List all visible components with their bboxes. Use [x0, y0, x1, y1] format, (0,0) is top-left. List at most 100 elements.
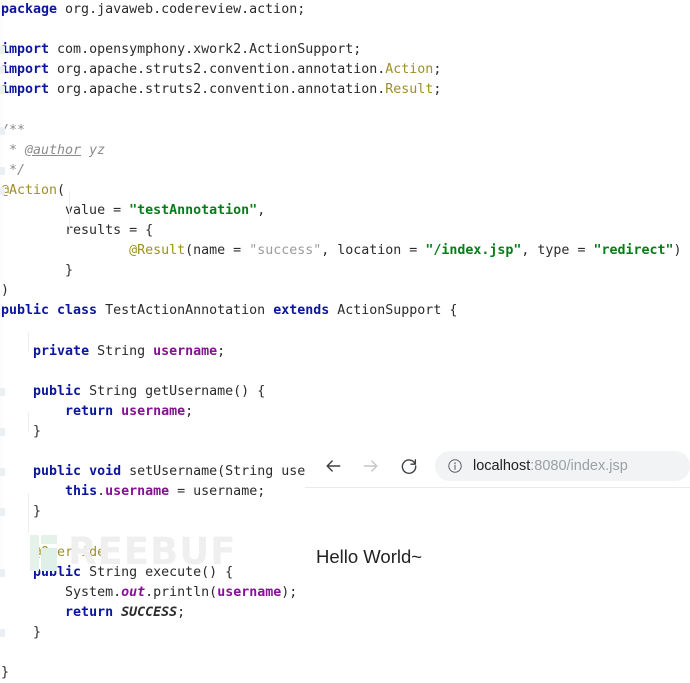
code-token: "/index.jsp" — [425, 243, 522, 259]
code-token: public — [33, 564, 90, 580]
code-token: @Result — [129, 243, 186, 259]
code-token: value = — [1, 202, 130, 218]
code-line: results = { — [0, 221, 690, 241]
code-line: ) — [0, 281, 690, 301]
code-line: /** — [0, 121, 690, 141]
code-line: } — [0, 261, 690, 281]
code-token: import — [1, 82, 58, 98]
code-token: results = { — [1, 223, 154, 239]
page-viewport[interactable]: Hello World~ — [305, 488, 690, 577]
code-token: */ — [1, 162, 26, 178]
code-line: private String username; — [0, 342, 690, 362]
code-token: } — [1, 263, 74, 279]
code-token: ; — [433, 82, 442, 98]
code-token: package — [1, 2, 66, 17]
code-token: ) — [1, 283, 10, 299]
code-token: username — [105, 484, 170, 500]
code-token: , location = — [321, 243, 426, 259]
code-token: extends — [273, 303, 338, 319]
code-token: System. — [1, 584, 122, 600]
code-token: @author — [25, 142, 82, 158]
reload-button[interactable] — [395, 452, 423, 480]
code-line: import org.apache.struts2.convention.ann… — [0, 60, 690, 80]
indent-guide — [28, 412, 29, 432]
address-bar[interactable]: localhost:8080/index.jsp — [435, 450, 690, 481]
code-token: private — [33, 343, 98, 359]
code-line: public class TestActionAnnotation extend… — [0, 301, 690, 321]
code-token: this — [65, 484, 98, 500]
browser-toolbar: localhost:8080/index.jsp — [305, 444, 690, 487]
code-line: } — [0, 422, 690, 442]
info-circle-icon[interactable] — [447, 458, 463, 474]
code-line: System.out.println(username); — [0, 583, 690, 603]
code-token: "success" — [249, 243, 322, 259]
code-token: out — [121, 584, 146, 600]
code-token: public void — [33, 464, 130, 480]
code-token: ( — [57, 182, 66, 198]
code-token: , type = — [521, 243, 594, 259]
code-token: ; — [185, 403, 194, 419]
code-line: public String getUsername() { — [0, 382, 690, 402]
code-line: import com.opensymphony.xwork2.ActionSup… — [0, 40, 690, 60]
code-token: String — [97, 343, 154, 359]
code-token: "redirect" — [593, 243, 674, 259]
arrow-right-icon — [363, 459, 378, 472]
address-bar-url: localhost:8080/index.jsp — [473, 458, 628, 474]
code-token: import — [1, 62, 58, 78]
forward-button[interactable] — [357, 452, 385, 480]
code-token: TestActionAnnotation — [105, 303, 274, 319]
code-token: public class — [1, 303, 106, 319]
code-token: return — [65, 604, 122, 620]
code-token: = username; — [169, 484, 266, 500]
code-token: (name = — [185, 243, 250, 259]
url-host: localhost — [473, 457, 531, 474]
browser-window[interactable]: localhost:8080/index.jsp Hello World~ — [305, 444, 690, 577]
code-line: package org.javaweb.codereview.action; — [0, 0, 690, 20]
code-token: ; — [433, 62, 442, 78]
arrow-left-icon — [326, 459, 341, 472]
code-line: * @author yz — [0, 141, 690, 161]
code-token: } — [1, 504, 42, 520]
code-token: Result — [385, 82, 434, 98]
code-token: String getUsername() { — [89, 383, 266, 399]
code-token: , — [257, 202, 266, 218]
code-line: value = "testAnnotation", — [0, 201, 690, 221]
code-line: return SUCCESS; — [0, 603, 690, 623]
code-token: SUCCESS — [121, 604, 178, 620]
code-token: } — [1, 624, 42, 640]
code-token: com.opensymphony.xwork2.ActionSupport; — [57, 42, 362, 58]
code-token: username — [217, 584, 282, 600]
code-token: ; — [217, 343, 226, 359]
code-token: String execute() { — [89, 564, 234, 580]
code-token: ActionSupport { — [337, 303, 458, 319]
code-token: ); — [281, 584, 298, 600]
code-token: } — [1, 665, 10, 681]
code-line: @Result(name = "success", location = "/i… — [0, 241, 690, 261]
reload-icon — [401, 458, 417, 474]
code-token: Action — [385, 62, 434, 78]
code-token: return — [65, 403, 122, 419]
code-token: ) — [673, 243, 682, 259]
code-token: username — [121, 403, 186, 419]
code-line: } — [0, 663, 690, 683]
code-token: "testAnnotation" — [129, 202, 258, 218]
code-token: * — [1, 142, 26, 158]
back-button[interactable] — [319, 452, 347, 480]
code-token: yz — [81, 142, 106, 158]
code-token: @Override — [33, 544, 106, 560]
code-token: ; — [177, 604, 186, 620]
source-code[interactable]: package org.javaweb.codereview.action; i… — [0, 0, 690, 683]
url-path: :8080/index.jsp — [530, 457, 628, 474]
